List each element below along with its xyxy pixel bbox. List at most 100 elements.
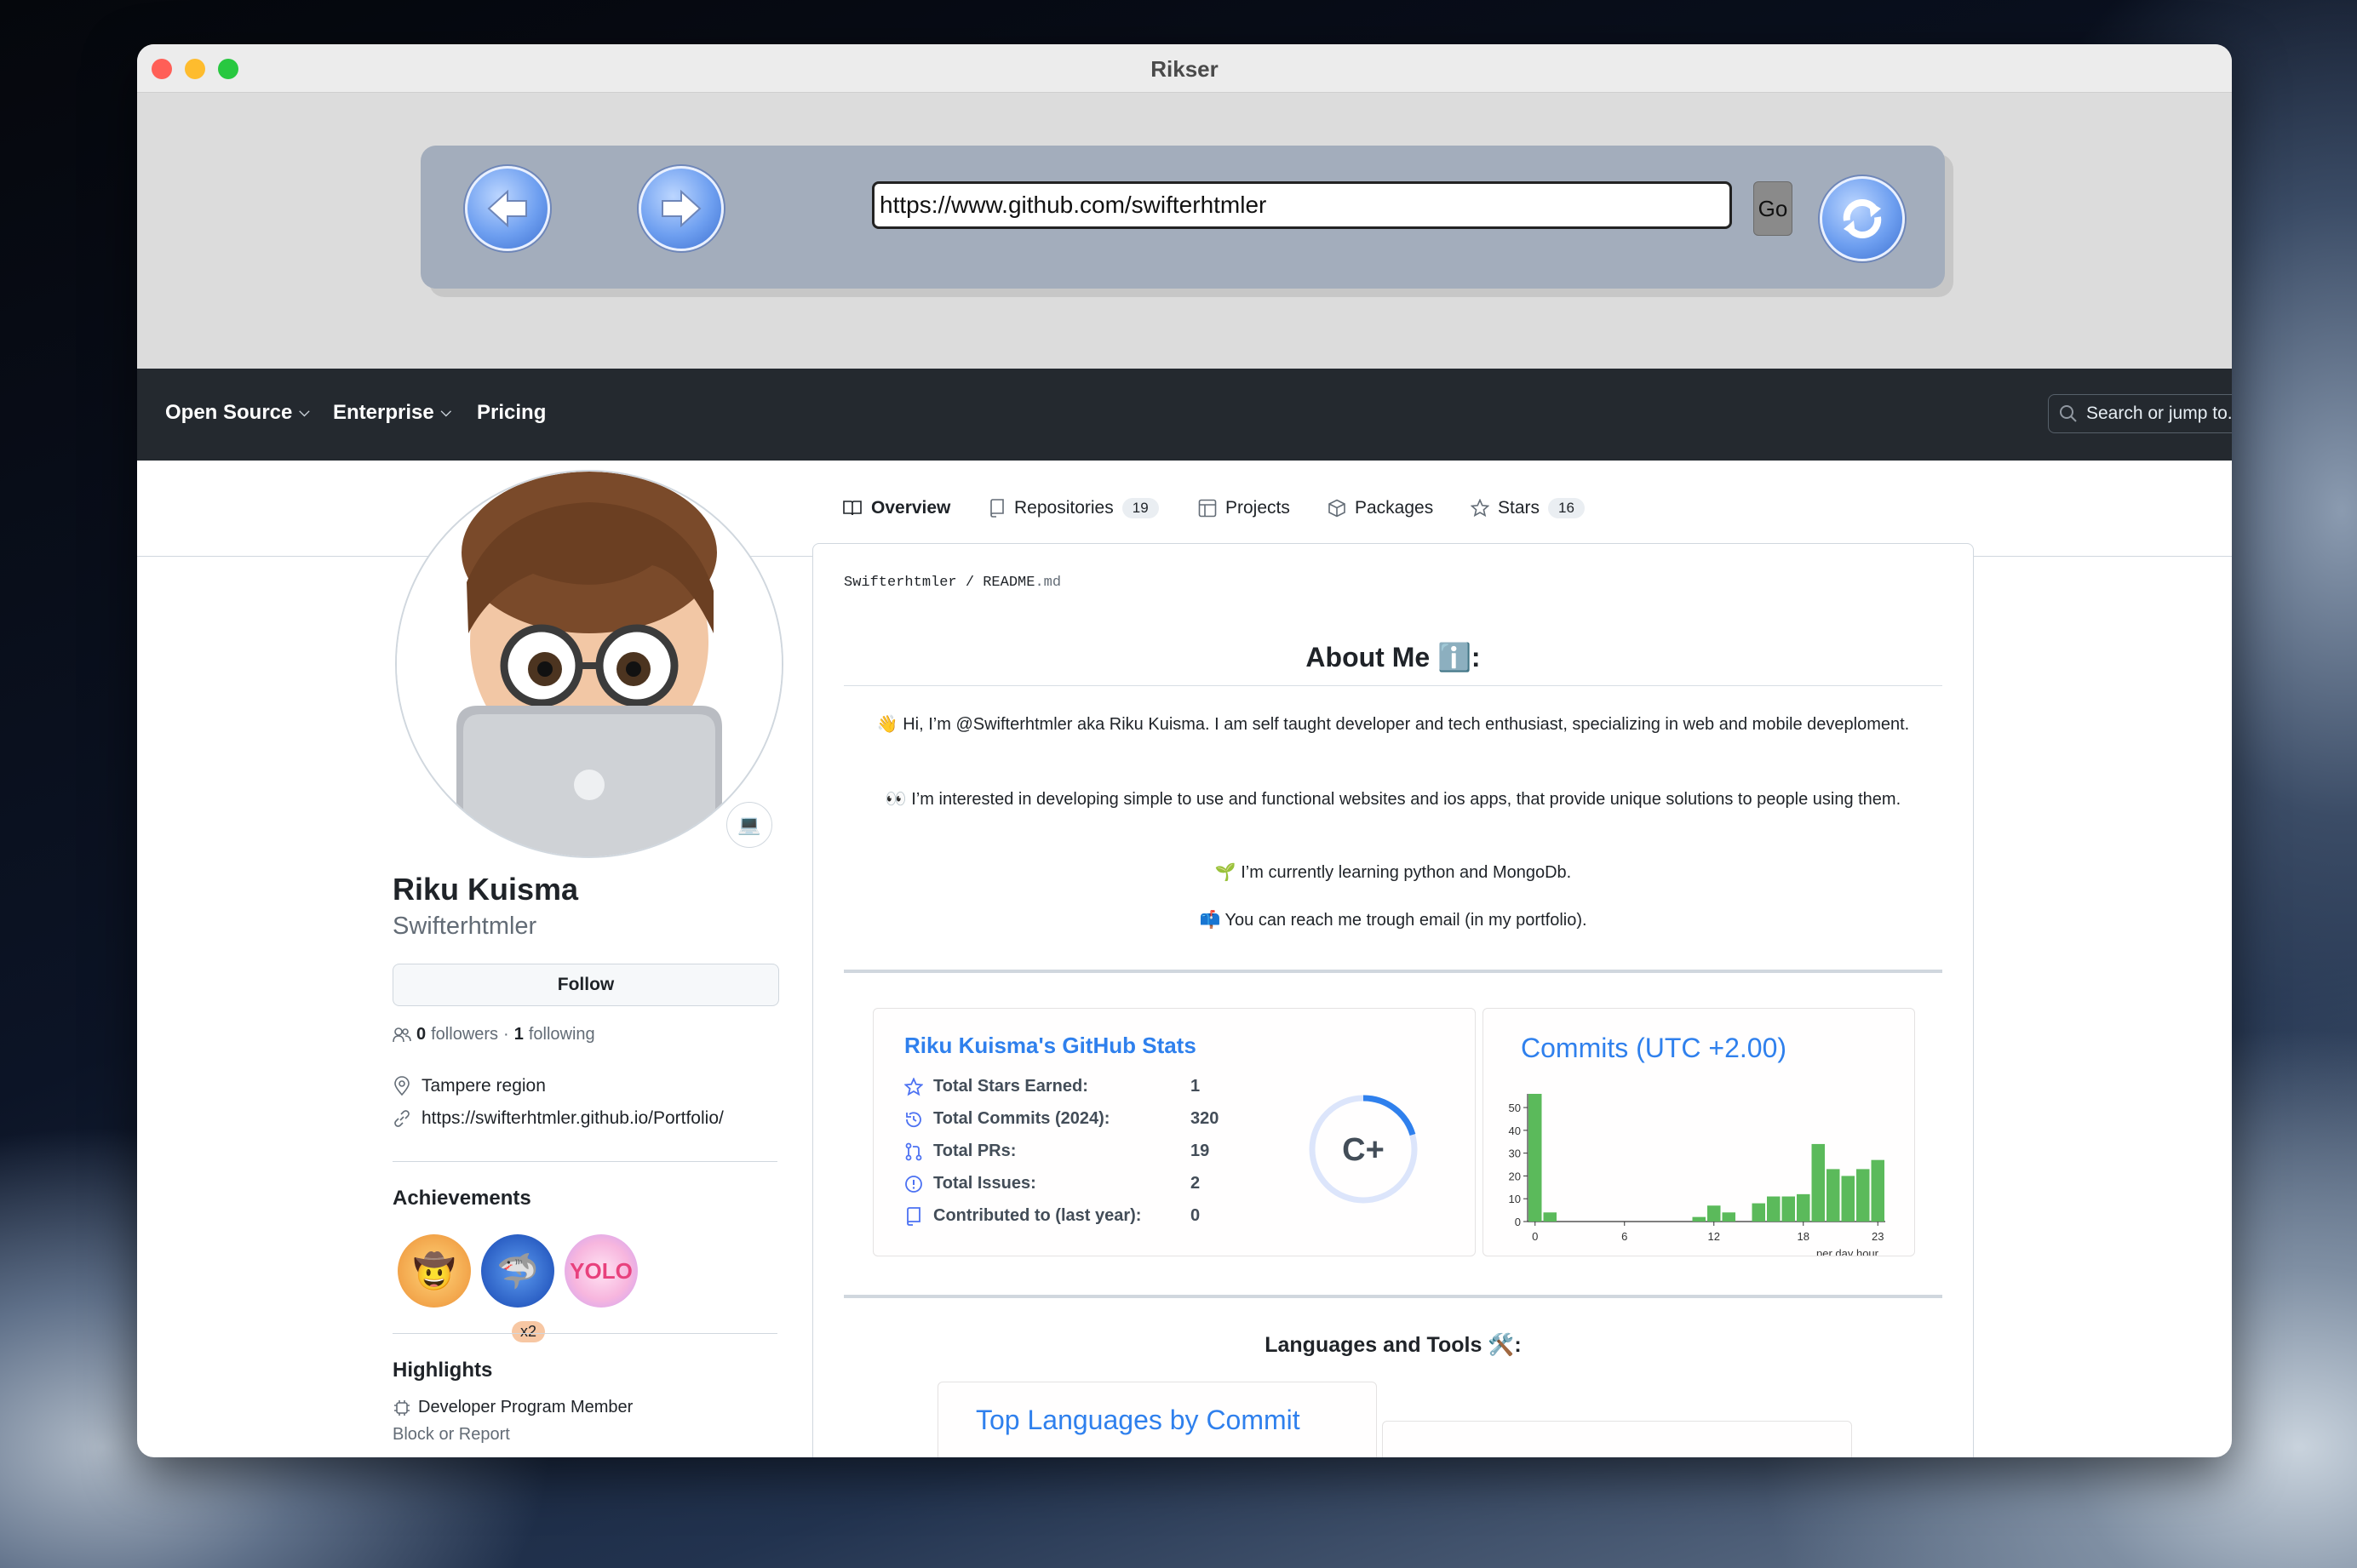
shark-badge-icon: 🦈 <box>496 1252 539 1290</box>
nav-enterprise[interactable]: Enterprise ⌵ <box>333 401 451 425</box>
url-input[interactable] <box>872 181 1732 229</box>
y-tick-label: 20 <box>1509 1170 1521 1182</box>
yolo-badge-icon: YOLO <box>570 1257 633 1284</box>
about-heading: About Me ℹ️: <box>844 641 1942 686</box>
stats-title: Riku Kuisma's GitHub Stats <box>904 1033 1196 1058</box>
issue-icon <box>905 1175 922 1193</box>
divider <box>393 1161 777 1162</box>
tab-label: Stars <box>1498 498 1540 518</box>
website-link[interactable]: https://swifterhtmler.github.io/Portfoli… <box>422 1108 724 1129</box>
readme-paragraph: 👀 I’m interested in developing simple to… <box>885 790 1901 809</box>
achievement-badge-pull-shark[interactable]: 🤠 <box>398 1234 471 1308</box>
achievement-tier-badge: x2 <box>512 1321 546 1342</box>
separator-dot: · <box>503 1025 509 1044</box>
horizontal-rule <box>844 970 1942 973</box>
nav-pricing[interactable]: Pricing <box>477 401 546 425</box>
repo-count-badge: 19 <box>1121 498 1159 518</box>
commit-bar <box>1856 1169 1870 1222</box>
reload-button[interactable] <box>1820 176 1905 261</box>
status-emoji[interactable]: 💻 <box>726 802 772 848</box>
tab-label: Projects <box>1225 498 1290 518</box>
tab-projects[interactable]: Projects <box>1198 498 1290 518</box>
following-count[interactable]: 1 <box>514 1025 524 1044</box>
readme-file-link[interactable]: README <box>983 575 1035 591</box>
readme-paragraph: 📫 You can reach me trough email (in my p… <box>1199 911 1587 930</box>
repo-icon <box>907 1206 920 1226</box>
stat-label: Contributed to (last year): <box>933 1206 1142 1225</box>
achievements-heading: Achievements <box>393 1187 531 1210</box>
star-icon <box>904 1077 923 1096</box>
location-text: Tampere region <box>422 1076 546 1096</box>
tab-repositories[interactable]: Repositories 19 <box>989 498 1159 518</box>
x-axis-label: per day hour <box>1816 1247 1879 1256</box>
commit-bar <box>1707 1205 1721 1222</box>
rank-grade: C+ <box>1342 1132 1385 1168</box>
follow-button[interactable]: Follow <box>393 964 779 1006</box>
window-title: Rikser <box>1150 56 1219 82</box>
stat-value: 2 <box>1190 1174 1201 1193</box>
stat-label: Total PRs: <box>933 1142 1017 1160</box>
stat-row: Total Issues: <box>904 1174 1036 1193</box>
go-button[interactable]: Go <box>1753 181 1792 236</box>
stat-row: Total Stars Earned: <box>904 1077 1088 1096</box>
tab-overview[interactable]: Overview <box>842 498 950 518</box>
commit-bar <box>1692 1216 1706 1222</box>
stat-value: 19 <box>1190 1142 1210 1160</box>
tab-stars[interactable]: Stars 16 <box>1471 498 1585 518</box>
package-icon <box>1328 499 1345 518</box>
readme-card: Swifterhtmler / README.md About Me ℹ️: 👋… <box>812 543 1974 1457</box>
readme-paragraph: 🌱 I’m currently learning python and Mong… <box>1214 863 1572 882</box>
book-icon <box>843 501 862 516</box>
cowboy-badge-icon: 🤠 <box>413 1252 456 1290</box>
block-or-report-link[interactable]: Block or Report <box>393 1425 510 1445</box>
top-languages-title: Top Languages by Commit <box>976 1405 1300 1435</box>
stat-row: Contributed to (last year): <box>904 1206 1141 1226</box>
stat-row: Total PRs: <box>904 1142 1016 1161</box>
tab-packages[interactable]: Packages <box>1328 498 1433 518</box>
nav-label: Enterprise <box>333 401 434 424</box>
y-tick-label: 50 <box>1509 1102 1521 1114</box>
following-link[interactable]: following <box>529 1025 595 1044</box>
readme-path: Swifterhtmler / README.md <box>844 575 1062 591</box>
stat-label: Total Commits (2024): <box>933 1109 1110 1128</box>
commit-bar <box>1811 1143 1825 1222</box>
achievement-badge-yolo[interactable]: YOLO <box>565 1234 638 1308</box>
languages-card-secondary[interactable] <box>1382 1421 1852 1457</box>
browser-toolbar-area: Go <box>137 93 2232 369</box>
highlight-item: Developer Program Member <box>393 1398 633 1417</box>
search-input[interactable]: Search or jump to... <box>2048 394 2232 433</box>
stat-label: Total Issues: <box>933 1174 1036 1193</box>
x-tick-label: 0 <box>1532 1230 1538 1243</box>
readme-paragraph: 👋 Hi, I’m @Swifterhtmler aka Riku Kuisma… <box>876 715 1910 734</box>
repo-icon <box>990 499 1004 518</box>
nav-open-source[interactable]: Open Source ⌵ <box>165 401 310 425</box>
x-tick-label: 6 <box>1621 1230 1627 1243</box>
followers-link[interactable]: followers <box>431 1025 498 1044</box>
search-placeholder: Search or jump to... <box>2086 403 2232 423</box>
x-tick-label: 23 <box>1872 1230 1884 1243</box>
forward-button[interactable] <box>639 166 724 251</box>
languages-heading: Languages and Tools 🛠️: <box>1265 1333 1522 1357</box>
top-languages-card[interactable]: Top Languages by Commit <box>938 1382 1377 1457</box>
followers-count[interactable]: 0 <box>416 1025 426 1044</box>
tab-label: Repositories <box>1014 498 1114 518</box>
divider <box>393 1333 777 1334</box>
y-tick-label: 30 <box>1509 1147 1521 1160</box>
commit-bar <box>1871 1159 1884 1222</box>
readme-owner-link[interactable]: Swifterhtmler <box>844 575 957 591</box>
commit-bar <box>1767 1196 1781 1222</box>
x-tick-label: 18 <box>1798 1230 1809 1243</box>
x-tick-label: 12 <box>1708 1230 1720 1243</box>
commits-bar-chart: 0 10 20 30 40 50 0 6 12 18 23 per day hour <box>1509 1094 1885 1256</box>
follow-stats: 0 followers · 1 following <box>393 1025 595 1044</box>
commit-bar <box>1781 1196 1795 1222</box>
back-button[interactable] <box>465 166 550 251</box>
rank-circle: C+ <box>1309 1095 1418 1204</box>
avatar[interactable] <box>395 470 783 858</box>
commit-bar <box>1722 1212 1735 1222</box>
achievement-badge-shark[interactable]: 🦈 <box>481 1234 554 1308</box>
github-stats-card[interactable]: Riku Kuisma's GitHub Stats Total Stars E… <box>873 1008 1476 1256</box>
horizontal-rule <box>844 1295 1942 1298</box>
commits-chart-card[interactable]: Commits (UTC +2.00) 0 10 20 30 40 50 0 6 12 18 23 p… <box>1482 1008 1915 1256</box>
browser-window: Rikser Go <box>137 44 2232 1457</box>
